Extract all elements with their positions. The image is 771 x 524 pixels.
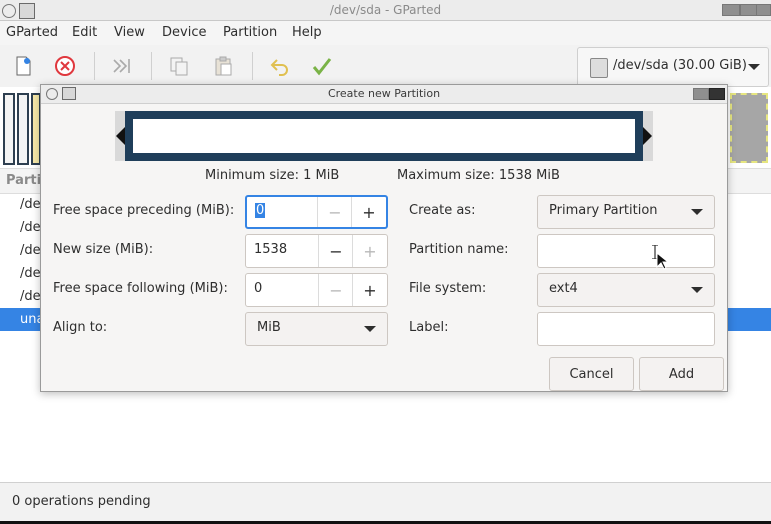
free-following-label: Free space following (MiB): (53, 281, 228, 296)
unallocated-block[interactable] (730, 93, 768, 163)
list-item[interactable]: /de (20, 262, 41, 285)
menubar: GParted Edit View Device Partition Help (0, 21, 771, 45)
partition-block[interactable] (17, 93, 29, 165)
dialog-title: Create new Partition (327, 87, 441, 100)
new-partition-button[interactable] (8, 51, 38, 81)
partition-fill (133, 119, 635, 153)
add-button[interactable]: Add (639, 357, 724, 391)
minimum-size-label: Minimum size: 1 MiB (205, 168, 340, 183)
increment-button[interactable]: + (351, 197, 386, 227)
partition-resizer[interactable] (115, 111, 653, 161)
close-window-button[interactable] (756, 4, 771, 16)
free-preceding-value[interactable]: 0 (255, 203, 266, 218)
align-to-dropdown[interactable]: MiB (245, 312, 388, 346)
list-item[interactable]: /de (20, 216, 41, 239)
column-header-partition[interactable]: Parti (6, 173, 41, 188)
undo-button[interactable] (265, 51, 295, 81)
file-system-dropdown[interactable]: ext4 (537, 273, 715, 307)
chevron-down-icon (691, 287, 703, 293)
window-titlebar: /dev/sda - GParted (0, 0, 771, 21)
dialog-titlebar: Create new Partition (41, 85, 727, 104)
free-following-spinbutton[interactable]: 0 − + (245, 273, 388, 307)
toolbar-separator (94, 52, 95, 80)
window-title: /dev/sda - GParted (329, 3, 442, 17)
maximize-button[interactable] (693, 88, 709, 100)
mouse-pointer-icon (656, 252, 668, 270)
harddisk-icon (590, 58, 608, 78)
decrement-button[interactable]: − (317, 197, 352, 227)
resize-move-icon (113, 59, 130, 73)
resize-left-handle[interactable] (116, 127, 125, 145)
cancel-button-label: Cancel (569, 366, 614, 382)
new-icon (16, 56, 31, 76)
copy-button[interactable] (164, 51, 194, 81)
menu-edit[interactable]: Edit (72, 25, 97, 40)
copy-icon (170, 57, 188, 76)
resize-right-handle[interactable] (643, 127, 652, 145)
apply-button[interactable] (307, 51, 337, 81)
decrement-button[interactable]: − (318, 274, 353, 306)
create-as-label: Create as: (409, 203, 476, 218)
device-selector[interactable]: /dev/sda (30.00 GiB) (577, 47, 769, 87)
list-item[interactable]: /de (20, 239, 41, 262)
file-system-label: File system: (409, 281, 487, 296)
align-to-value: MiB (257, 320, 281, 335)
partition-block[interactable] (3, 93, 15, 165)
create-partition-dialog: Create new Partition Minimum size: 1 MiB… (40, 84, 728, 392)
new-size-label: New size (MiB): (53, 242, 154, 257)
label-label: Label: (409, 320, 449, 335)
label-input[interactable] (537, 312, 715, 346)
toolbar: /dev/sda (30.00 GiB) (0, 45, 771, 88)
statusbar: 0 operations pending (0, 482, 771, 523)
create-as-value: Primary Partition (549, 203, 658, 218)
increment-button[interactable]: + (352, 274, 387, 306)
minimize-button[interactable] (722, 4, 740, 16)
free-preceding-label: Free space preceding (MiB): (53, 203, 235, 218)
new-size-spinbutton[interactable]: 1538 − + (245, 234, 388, 268)
chevron-down-icon (748, 64, 760, 70)
delete-icon (55, 56, 75, 76)
decrement-button[interactable]: − (318, 235, 353, 267)
menu-partition[interactable]: Partition (223, 25, 277, 40)
free-following-value[interactable]: 0 (254, 281, 262, 296)
close-dialog-button[interactable] (709, 88, 725, 100)
menu-view[interactable]: View (114, 25, 145, 40)
create-as-dropdown[interactable]: Primary Partition (537, 195, 715, 229)
menu-gparted[interactable]: GParted (6, 25, 58, 40)
chevron-down-icon (691, 209, 703, 215)
new-size-value[interactable]: 1538 (254, 242, 287, 257)
partition-name-label: Partition name: (409, 242, 509, 257)
increment-button[interactable]: + (352, 235, 387, 267)
list-item[interactable]: /de (20, 193, 41, 216)
toolbar-separator (151, 52, 152, 80)
chevron-down-icon (364, 326, 376, 332)
device-label: /dev/sda (30.00 GiB) (613, 58, 747, 73)
menu-device[interactable]: Device (162, 25, 206, 40)
menu-help[interactable]: Help (292, 25, 322, 40)
add-button-label: Add (668, 366, 695, 382)
paste-icon (215, 56, 232, 76)
resize-move-button[interactable] (107, 51, 137, 81)
apply-icon (312, 58, 332, 76)
free-preceding-spinbutton[interactable]: 0 − + (245, 195, 388, 229)
file-system-value: ext4 (549, 281, 578, 296)
partition-name-input[interactable] (537, 234, 715, 268)
align-to-label: Align to: (53, 320, 108, 335)
list-item[interactable]: /de (20, 285, 41, 308)
undo-icon (270, 59, 288, 76)
status-text: 0 operations pending (12, 494, 151, 509)
paste-button[interactable] (208, 51, 238, 81)
cancel-button[interactable]: Cancel (549, 357, 634, 391)
toolbar-separator (252, 52, 253, 80)
delete-partition-button[interactable] (50, 51, 80, 81)
maximum-size-label: Maximum size: 1538 MiB (397, 168, 560, 183)
